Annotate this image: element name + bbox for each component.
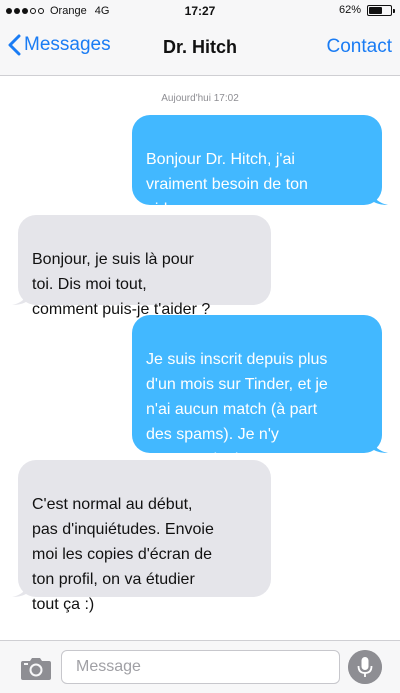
chevron-left-icon: [8, 34, 21, 56]
back-button[interactable]: Messages: [8, 34, 111, 56]
battery-info: 62%: [338, 4, 395, 16]
message-bubble-outgoing: Bonjour Dr. Hitch, j'ai vraiment besoin …: [132, 115, 388, 218]
status-bar: Orange 4G 17:27 62%: [0, 0, 400, 22]
message-input[interactable]: [61, 650, 340, 684]
battery-level-fill: [369, 6, 383, 14]
conversation-timestamp: Aujourd'hui 17:02: [161, 93, 239, 104]
message-bubble-outgoing: Je suis inscrit depuis plus d'un mois su…: [132, 315, 388, 468]
battery-icon: [367, 4, 395, 16]
message-text: C'est normal au début, pas d'inquiétudes…: [32, 496, 214, 613]
camera-icon[interactable]: [20, 655, 52, 681]
back-button-label: Messages: [24, 34, 111, 55]
message-text: Bonjour Dr. Hitch, j'ai vraiment besoin …: [146, 151, 308, 218]
navigation-bar: Messages Dr. Hitch Contact: [0, 22, 400, 76]
contact-button[interactable]: Contact: [327, 36, 392, 58]
message-text: Je suis inscrit depuis plus d'un mois su…: [146, 351, 328, 468]
message-composer: [0, 640, 400, 693]
message-text: Bonjour, je suis là pour toi. Dis moi to…: [32, 251, 211, 318]
microphone-icon[interactable]: [348, 650, 382, 684]
message-bubble-incoming: Bonjour, je suis là pour toi. Dis moi to…: [12, 215, 271, 318]
message-bubble-incoming: C'est normal au début, pas d'inquiétudes…: [12, 460, 271, 613]
battery-percent: 62%: [338, 4, 361, 16]
